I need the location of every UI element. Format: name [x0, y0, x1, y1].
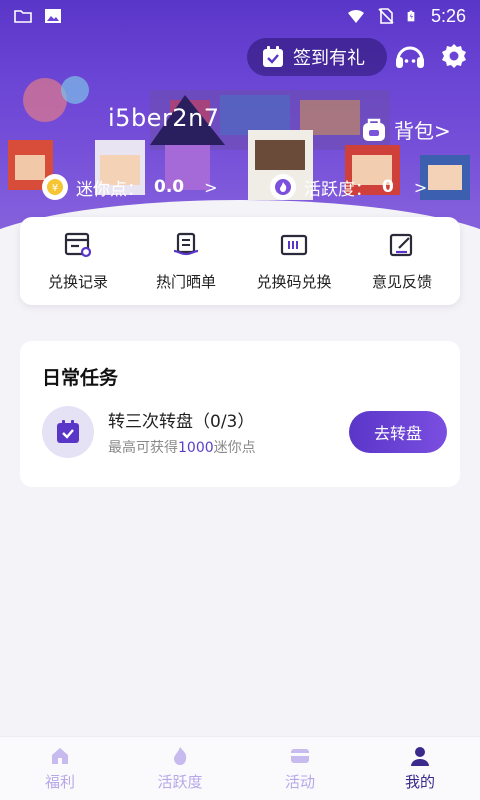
- chevron-right-icon: >: [204, 177, 218, 197]
- checkin-label: 签到有礼: [293, 48, 365, 69]
- svg-text:¥: ¥: [52, 183, 58, 194]
- mini-points-value: 0.0: [154, 177, 185, 197]
- calendar-check-icon: [263, 46, 283, 67]
- task-reward-amount: 1000: [178, 440, 214, 456]
- user-icon: [411, 747, 429, 766]
- task-description: 最高可获得1000迷你点: [108, 437, 256, 457]
- no-sim-icon: [378, 8, 394, 24]
- status-bar: 5:26: [0, 0, 480, 32]
- quick-action-hot-share[interactable]: 热门晒单: [134, 231, 239, 292]
- bottom-nav: 福利 活跃度 活动 我的: [0, 736, 480, 800]
- backpack-link[interactable]: 背包>: [360, 115, 451, 144]
- flame-icon: [174, 747, 187, 765]
- username: i5ber2n7: [108, 104, 220, 132]
- image-icon: [45, 9, 61, 23]
- activity-stat[interactable]: 活跃度： 0 >: [270, 174, 427, 200]
- quick-action-label: 意见反馈: [371, 272, 432, 291]
- quick-action-label: 兑换码兑换: [256, 272, 332, 291]
- quick-action-redeem-code[interactable]: 兑换码兑换: [242, 231, 347, 292]
- calendar-check-icon: [57, 420, 79, 443]
- mini-points-label: 迷你点：: [76, 179, 144, 200]
- nav-label: 活动: [284, 773, 315, 791]
- go-spin-button[interactable]: 去转盘: [349, 411, 447, 453]
- quick-action-feedback[interactable]: 意见反馈: [350, 231, 455, 292]
- quick-action-label: 兑换记录: [47, 272, 108, 291]
- battery-charging-icon: [407, 10, 415, 22]
- home-icon: [52, 748, 68, 764]
- backpack-icon: [363, 118, 385, 141]
- hot-share-icon: [173, 232, 199, 255]
- nav-tab-activity[interactable]: 活跃度: [120, 745, 240, 792]
- card-icon: [291, 749, 309, 763]
- mini-points-stat[interactable]: ¥ 迷你点： 0.0 >: [42, 174, 218, 200]
- folder-icon: [14, 10, 32, 23]
- redeem-code-icon: [280, 234, 308, 255]
- quick-action-exchange-record[interactable]: 兑换记录: [26, 231, 131, 292]
- exchange-record-icon: [64, 232, 92, 257]
- daily-tasks-title: 日常任务: [42, 367, 119, 389]
- nav-tab-welfare[interactable]: 福利: [0, 745, 120, 792]
- task-icon-badge: [42, 406, 94, 458]
- activity-value: 0: [382, 177, 394, 197]
- nav-tab-mine[interactable]: 我的: [360, 745, 480, 792]
- nav-label: 活跃度: [157, 773, 203, 791]
- nav-tab-events[interactable]: 活动: [240, 745, 360, 792]
- task-name: 转三次转盘（0/3）: [108, 412, 255, 432]
- coin-icon: ¥: [42, 174, 68, 200]
- checkin-gift-button[interactable]: 签到有礼: [247, 38, 387, 76]
- task-desc-suffix: 迷你点: [213, 440, 256, 456]
- nav-label: 福利: [44, 773, 75, 791]
- chevron-right-icon: >: [413, 177, 428, 197]
- task-desc-prefix: 最高可获得: [108, 440, 178, 456]
- customer-service-icon[interactable]: [394, 42, 426, 72]
- wifi-icon: [347, 9, 364, 23]
- daily-tasks-card: 日常任务 转三次转盘（0/3） 最高可获得1000迷你点 去转盘: [20, 341, 460, 487]
- status-time: 5:26: [430, 5, 466, 26]
- settings-gear-icon[interactable]: [440, 42, 468, 70]
- activity-label: 活跃度：: [304, 179, 372, 200]
- feedback-icon: [389, 233, 413, 256]
- flame-badge-icon: [270, 174, 296, 200]
- nav-label: 我的: [404, 773, 435, 791]
- backpack-label: 背包>: [394, 119, 451, 143]
- quick-actions-card: 兑换记录 热门晒单 兑换码兑换 意见反馈: [20, 217, 460, 305]
- quick-action-label: 热门晒单: [155, 272, 216, 291]
